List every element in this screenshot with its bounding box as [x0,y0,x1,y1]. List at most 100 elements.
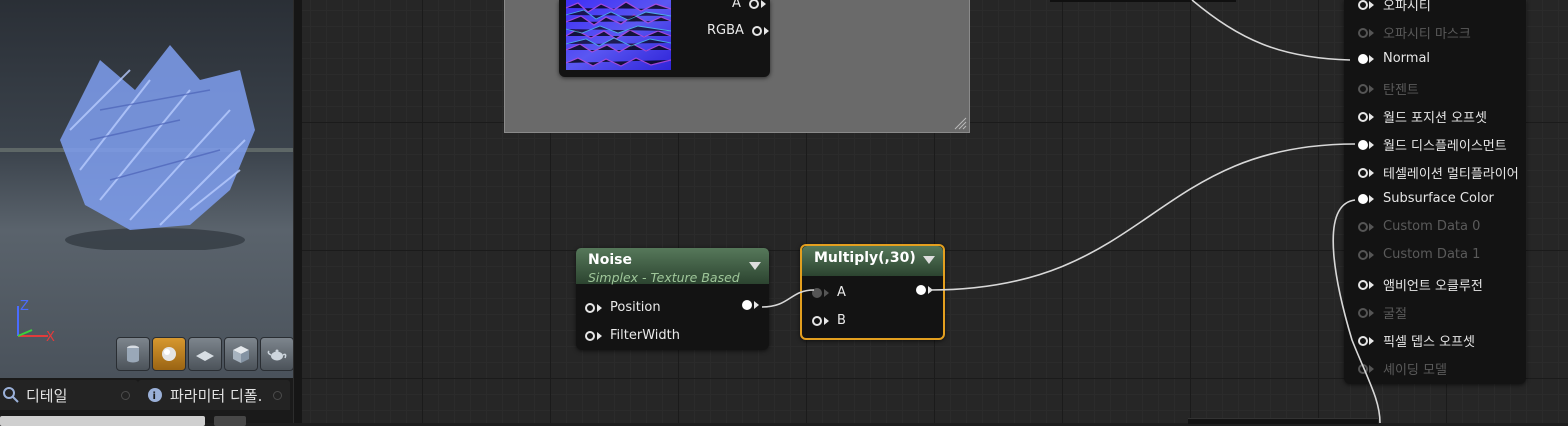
pin-arrow-icon [597,331,602,340]
texture-sample-node[interactable]: A RGBA [559,0,770,77]
pin-socket[interactable] [1358,193,1368,204]
view-options-button[interactable] [214,416,246,426]
pin-arrow-icon [1369,140,1374,149]
pin-label: 탄젠트 [1383,83,1419,98]
material-input-pin[interactable]: 오파시티 [1358,0,1431,14]
material-preview-viewport[interactable]: Z X [0,0,293,378]
pin-label: Subsurface Color [1383,191,1494,206]
pin-arrow-icon [1369,336,1374,345]
pin-label: 월드 디스플레이스먼트 [1383,139,1507,154]
multiply-output-pin[interactable] [916,285,933,295]
pin-socket[interactable] [585,302,595,313]
preview-mesh [60,45,255,250]
preview-shape-toolbar [116,337,293,371]
material-input-pin[interactable]: 월드 디스플레이스먼트 [1358,135,1507,154]
noise-position-input-pin[interactable]: Position [585,300,661,315]
pin-label: B [837,313,846,328]
pin-label: 셰이딩 모델 [1383,363,1447,378]
multiply-node[interactable]: Multiply(,30) A B [800,244,945,340]
pin-socket[interactable] [812,287,822,298]
pin-socket[interactable] [585,330,595,341]
material-input-pin[interactable]: Custom Data 1 [1358,247,1480,262]
pin-socket[interactable] [1358,335,1368,346]
offscreen-node[interactable] [1188,418,1378,424]
material-output-node[interactable]: 오파시티오파시티 마스크 Normal 탄젠트월드 포지션 오프셋월드 디스플레이스… [1344,0,1526,384]
pin-arrow-icon [824,316,829,325]
pin-arrow-icon [1369,250,1374,259]
material-input-pin[interactable]: 오파시티 마스크 [1358,23,1471,42]
multiply-a-input-pin[interactable]: A [812,285,846,300]
material-input-pin[interactable]: 테셀레이션 멀티플라이어 [1358,163,1519,182]
pin-arrow-icon [824,288,829,297]
noise-output-pin[interactable] [742,300,759,310]
noise-filterwidth-input-pin[interactable]: FilterWidth [585,328,680,343]
pin-socket[interactable] [1358,221,1368,232]
pin-socket[interactable] [1358,167,1368,178]
pin-socket[interactable] [1358,307,1368,318]
material-input-pin[interactable]: 픽셀 뎁스 오프셋 [1358,331,1475,350]
multiply-b-input-pin[interactable]: B [812,313,846,328]
pin-socket[interactable] [1358,363,1368,374]
pin-socket[interactable] [916,285,926,295]
texture-rgba-output-pin[interactable]: RGBA [707,23,769,38]
material-input-pin[interactable]: 탄젠트 [1358,79,1419,98]
material-input-pin[interactable]: 앰비언트 오클루전 [1358,275,1483,294]
pin-socket[interactable] [742,300,752,310]
pin-arrow-icon [1369,308,1374,317]
teapot-preview-button[interactable] [260,337,293,371]
collapse-arrow-icon[interactable] [749,262,761,270]
pin-arrow-icon [1369,84,1374,93]
pin-arrow-icon [1369,54,1374,63]
pin-arrow-icon [1369,364,1374,373]
material-input-pin[interactable]: Normal [1358,51,1430,66]
close-tab-icon[interactable] [273,390,282,400]
pin-arrow-icon [1369,194,1374,203]
resize-grip-icon[interactable] [953,116,967,130]
material-input-pin[interactable]: 굴절 [1358,303,1407,322]
pin-socket[interactable] [1358,83,1368,94]
texture-a-output-pin[interactable]: A [732,0,766,11]
cylinder-preview-button[interactable] [116,337,150,371]
pin-arrow-icon [928,286,933,294]
pin-socket[interactable] [1358,111,1368,122]
pin-socket[interactable] [1358,249,1368,260]
x-axis-label: X [46,330,55,344]
pin-label: Custom Data 1 [1383,247,1481,262]
pin-socket[interactable] [1358,53,1368,64]
details-search-input[interactable] [0,416,205,426]
pin-arrow-icon [1369,280,1374,289]
pin-socket[interactable] [812,315,822,326]
tab-parameter-defaults[interactable]: i 파라미터 디폴. [138,380,290,410]
material-input-pin[interactable]: 셰이딩 모델 [1358,359,1447,378]
svg-text:i: i [153,391,156,402]
noise-node[interactable]: Noise Simplex - Texture Based Position F… [576,248,769,350]
pin-socket[interactable] [1358,139,1368,150]
pin-arrow-icon [763,26,769,35]
node-header[interactable]: Multiply(,30) [802,246,943,276]
pin-socket[interactable] [1358,279,1368,290]
tab-details[interactable]: 디테일 [0,380,138,410]
pin-label: FilterWidth [610,328,680,343]
details-tab-bar: 디테일 i 파라미터 디폴. [0,378,293,426]
cube-preview-button[interactable] [224,337,258,371]
close-tab-icon[interactable] [121,390,130,400]
tab-parameter-defaults-label: 파라미터 디폴. [170,386,263,405]
sphere-preview-button[interactable] [152,337,186,371]
tab-details-label: 디테일 [26,386,68,405]
panel-splitter[interactable] [293,0,302,423]
material-input-pin[interactable]: 월드 포지션 오프셋 [1358,107,1487,126]
offscreen-node[interactable] [1050,0,1236,2]
pin-socket[interactable] [1358,27,1368,38]
node-header[interactable]: Noise Simplex - Texture Based [576,248,769,285]
material-input-pin[interactable]: Subsurface Color [1358,191,1494,206]
pin-socket[interactable] [748,0,759,9]
collapse-arrow-icon[interactable] [923,256,935,264]
search-icon: i [148,388,162,402]
plane-preview-button[interactable] [188,337,222,371]
node-subtitle: Simplex - Texture Based [588,270,740,285]
material-input-pin[interactable]: Custom Data 0 [1358,219,1480,234]
pin-arrow-icon [597,303,602,312]
pin-socket[interactable] [751,25,762,36]
pin-socket[interactable] [1358,0,1368,10]
pin-arrow-icon [1369,28,1374,37]
